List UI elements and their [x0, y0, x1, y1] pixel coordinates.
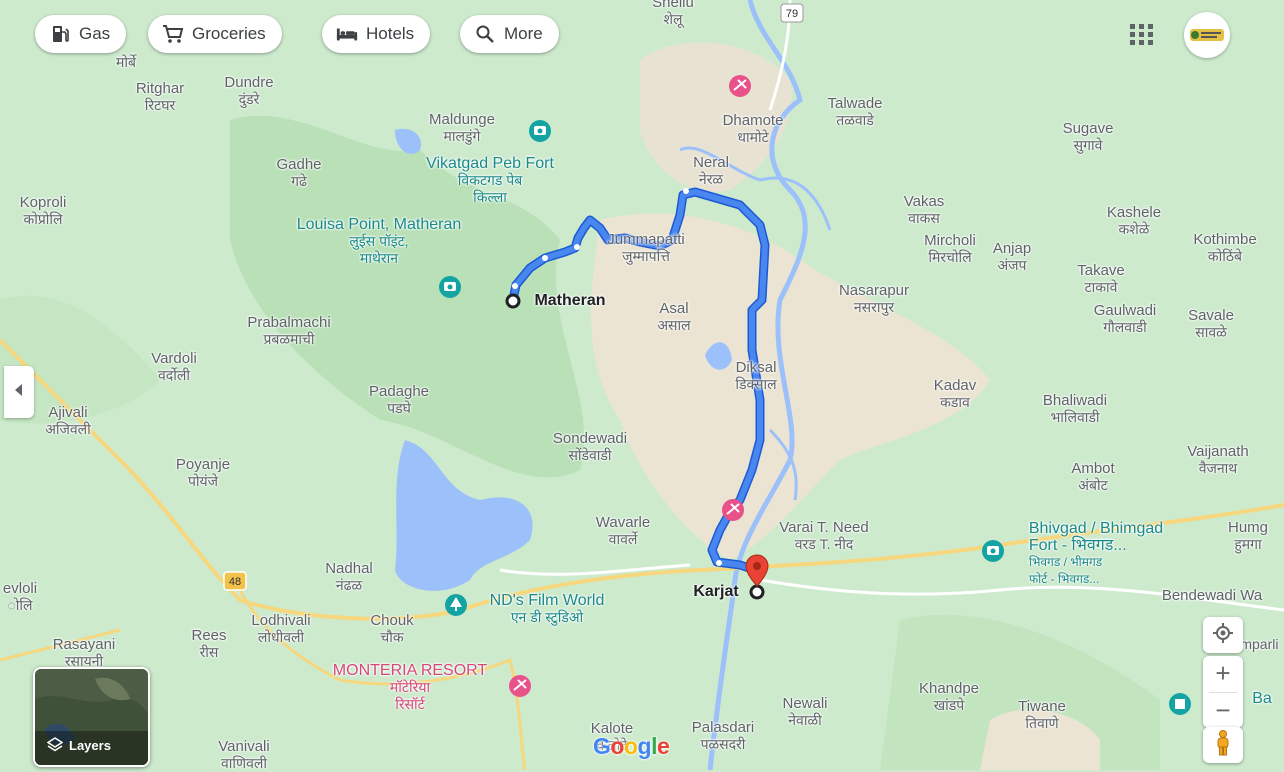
place-vaijanath: Vaijanath वैजनाथ: [1187, 443, 1249, 476]
google-logo: Google: [593, 733, 670, 759]
place-savale: Savale सावळे: [1188, 307, 1234, 340]
origin-marker[interactable]: [505, 293, 521, 309]
svg-text:79: 79: [786, 8, 798, 20]
place-padaghe: Padaghe पडघे: [368, 383, 430, 416]
chip-groceries-label: Groceries: [192, 24, 266, 43]
layers-label: Layers: [69, 737, 111, 753]
place-wavarle: Wavarle वावर्ले: [595, 514, 651, 547]
place-tiwane: Tiwane तिवाणे: [1018, 698, 1066, 731]
place-diksal: Diksal डिक्साल: [735, 359, 777, 392]
zoom-control: + −: [1203, 656, 1243, 728]
place-bendewadi: Bendewadi Wa: [1161, 587, 1263, 604]
pegman-button[interactable]: [1203, 727, 1243, 763]
zoom-out-button[interactable]: −: [1203, 693, 1243, 728]
place-neral: Neral नेरळ: [693, 154, 729, 187]
camera-poi-icon[interactable]: [439, 276, 461, 298]
highway-shield-79: 79: [780, 3, 804, 23]
chip-more-label: More: [504, 24, 543, 43]
layers-icon: [47, 737, 63, 753]
svg-text:48: 48: [229, 576, 241, 588]
place-evloli: evloliोलि: [2, 580, 38, 613]
place-kashele: Kashele कशेळे: [1106, 204, 1162, 237]
chip-groceries[interactable]: Groceries: [148, 15, 282, 53]
place-maldunge: Maldunge मालडुंगे: [429, 111, 495, 144]
park-poi-icon[interactable]: [445, 594, 467, 616]
place-varai: Varai T. Need वरड T. नीद: [779, 519, 869, 552]
pegman-icon: [1215, 729, 1231, 761]
collapse-panel-button[interactable]: [4, 366, 34, 418]
place-dundre: Dundre दुंडरे: [224, 74, 274, 107]
place-chouk: Chouk चौक: [370, 612, 414, 645]
chip-more[interactable]: More: [460, 15, 559, 53]
place-gadhe: Gadhe गढे: [276, 156, 322, 189]
place-lodhivali: Lodhivali लोधीवली: [251, 612, 311, 645]
place-jummapatti: Jummapatti जुम्मापत्ति: [607, 231, 685, 264]
place-nasarapur: Nasarapur नसरापुर: [838, 282, 910, 315]
highway-shield-48: 48: [223, 571, 247, 591]
place-takave: Takave टाकावे: [1077, 262, 1125, 295]
collapse-left-icon: [14, 383, 24, 401]
place-ritghar: Ritghar रिटघर: [135, 80, 185, 113]
place-khandpe: Khandpe खांडपे: [918, 680, 980, 713]
place-talwade: Talwade तळवाडे: [827, 95, 883, 128]
place-bhaliwadi: Bhaliwadi भालिवाडी: [1042, 392, 1108, 425]
place-prabalmachi: Prabalmachi प्रबळमाची: [247, 314, 331, 347]
place-poyanje: Poyanje पोयंजे: [175, 456, 231, 489]
chip-hotels[interactable]: Hotels: [322, 15, 431, 53]
place-mircholi: Mircholi मिरचोलि: [924, 232, 976, 265]
place-palasdari: Palasdari पळसदरी: [691, 719, 755, 752]
poi-louisa-label[interactable]: Louisa Point, Matheran लुईस पॉइंट, माथेरान: [297, 216, 462, 267]
place-ba: Ba: [1252, 690, 1272, 707]
place-kothimbe: Kothimbe कोठिंबे: [1193, 231, 1257, 264]
place-vakas: Vakas वाकस: [903, 193, 945, 226]
resort-poi-icon[interactable]: [729, 75, 751, 97]
place-asal: Asal असाल: [657, 300, 691, 333]
place-sugave: Sugave सुगावे: [1062, 120, 1114, 153]
poi-ndfilm-label[interactable]: ND's Film World एन डी स्टुडिओ: [490, 592, 605, 626]
account-avatar-icon[interactable]: [1184, 12, 1230, 58]
chip-gas[interactable]: Gas: [35, 15, 127, 53]
destination-label[interactable]: Karjat: [693, 583, 738, 600]
place-rees: Rees रीस: [191, 627, 227, 660]
place-vardoli: Vardoli वर्दोली: [151, 350, 197, 383]
my-location-icon: [1212, 622, 1234, 649]
zoom-in-button[interactable]: +: [1203, 656, 1243, 691]
bed-icon: [336, 23, 358, 45]
place-kadav: Kadav कडाव: [933, 377, 977, 410]
chip-hotels-label: Hotels: [366, 24, 415, 43]
poi-monteria-label[interactable]: MONTERIA RESORT मॉटेरिया रिसॉर्ट: [333, 662, 487, 713]
place-dhamote: Dhamote धामोटे: [722, 112, 784, 145]
place-nadhal: Nadhal नंढळ: [325, 560, 373, 593]
place-morbe: मोर्बे: [116, 54, 136, 70]
place-anjap: Anjap अंजप: [992, 240, 1032, 273]
place-sondewadi: Sondewadi सोंडेवाडी: [552, 430, 628, 463]
museum-poi-icon[interactable]: [1169, 693, 1191, 715]
place-humg: Humg हुमगा: [1227, 519, 1269, 552]
my-location-button[interactable]: [1203, 617, 1243, 653]
poi-vikatgad-label[interactable]: Vikatgad Peb Fort विकटगड पेब किल्ला: [426, 155, 554, 206]
origin-label[interactable]: Matheran: [534, 292, 605, 309]
resort-poi-icon[interactable]: [722, 499, 744, 521]
place-gaulwadi: Gaulwadi गौलवाडी: [1093, 302, 1157, 335]
apps-grid-icon[interactable]: [1128, 22, 1156, 46]
place-sheilu: Sheilu शेलू: [652, 0, 694, 27]
search-icon: [474, 23, 496, 45]
place-ajivali: Ajivali अजिवली: [45, 404, 91, 437]
place-koproli: Koproli कोप्रोलि: [19, 194, 67, 227]
place-vanivali: Vanivali वाणिवली: [218, 738, 270, 771]
chip-gas-label: Gas: [79, 24, 111, 43]
shopping-cart-icon: [162, 23, 184, 45]
poi-bhivgad-label[interactable]: Bhivgad / Bhimgad Fort - भिवगड... भिवगड / …: [1029, 520, 1163, 588]
place-rasayani: Rasayani रसायनी: [52, 636, 116, 669]
destination-marker[interactable]: [749, 584, 765, 600]
resort-poi-icon[interactable]: [509, 675, 531, 697]
place-ambot: Ambot अंबोट: [1071, 460, 1115, 493]
layers-button[interactable]: Layers: [33, 667, 150, 767]
gas-station-icon: [49, 23, 71, 45]
place-newali: Newali नेवाळी: [782, 695, 828, 728]
camera-poi-icon[interactable]: [529, 120, 551, 142]
camera-poi-icon[interactable]: [982, 540, 1004, 562]
